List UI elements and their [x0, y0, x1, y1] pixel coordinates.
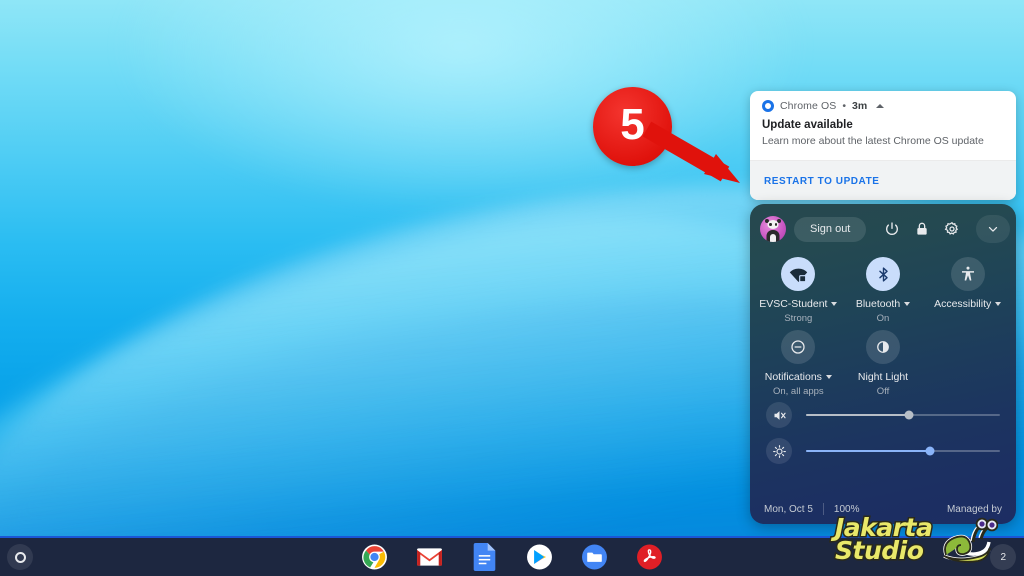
settings-gear-icon[interactable]: [938, 215, 966, 243]
quick-settings-tiles-row-1: EVSC-Student Strong Bluetooth On Accessi…: [750, 243, 1016, 324]
tile-night-light-label: Night Light: [857, 371, 909, 383]
user-avatar[interactable]: [760, 216, 786, 242]
sign-out-label: Sign out: [810, 223, 851, 235]
accessibility-icon: [950, 257, 985, 291]
update-notification-card[interactable]: Chrome OS • 3m Update available Learn mo…: [750, 91, 1016, 200]
tile-wifi[interactable]: EVSC-Student Strong: [756, 257, 841, 324]
tile-notifications-status: On, all apps: [772, 386, 824, 397]
quick-settings-tiles-row-2: Notifications On, all apps Night Light O…: [750, 324, 1016, 397]
lock-icon[interactable]: [908, 215, 936, 243]
tile-bluetooth-status: On: [876, 313, 890, 324]
status-battery[interactable]: 100%: [834, 504, 860, 515]
notification-title: Update available: [762, 119, 853, 131]
quick-settings-icon-row: [878, 215, 1011, 243]
notification-body: Update available Learn more about the la…: [750, 115, 1016, 160]
chevron-down-icon[interactable]: [995, 302, 1002, 306]
annotation-arrow-icon: [642, 121, 740, 183]
shelf-app-list: [361, 543, 664, 571]
chevron-down-icon[interactable]: [831, 302, 838, 306]
status-managed[interactable]: Managed by: [947, 504, 1002, 515]
brightness-slider-knob[interactable]: [925, 446, 935, 456]
quick-settings-header: Sign out: [750, 204, 1016, 243]
google-docs-icon[interactable]: [471, 543, 499, 571]
annotation-step-5: 5: [585, 82, 765, 192]
brightness-icon[interactable]: [766, 438, 792, 464]
launcher-ring: [14, 551, 26, 563]
avatar-detail: [774, 223, 777, 226]
tile-bluetooth-label: Bluetooth: [855, 298, 901, 310]
tile-night-light[interactable]: Night Light Off: [841, 330, 926, 397]
system-tray[interactable]: 2: [990, 544, 1016, 570]
notifications-off-icon: [781, 330, 816, 364]
notification-subtitle: Learn more about the latest Chrome OS up…: [762, 135, 984, 147]
status-date[interactable]: Mon, Oct 5: [764, 504, 813, 515]
tile-notifications-label: Notifications: [764, 371, 822, 383]
chevron-up-icon[interactable]: [876, 104, 885, 108]
tile-wifi-label: EVSC-Student: [759, 298, 828, 310]
chevron-down-icon[interactable]: [825, 375, 832, 379]
quick-settings-panel: Sign out EVSC-Student Strong Bluetooth O…: [750, 204, 1016, 524]
play-store-icon[interactable]: [526, 543, 554, 571]
tile-bluetooth-label-row: Bluetooth: [855, 298, 911, 310]
shelf: 2: [0, 536, 1024, 576]
power-icon[interactable]: [878, 215, 906, 243]
files-icon[interactable]: [581, 543, 609, 571]
tile-night-light-status: Off: [876, 386, 890, 397]
restart-to-update-button[interactable]: RESTART TO UPDATE: [750, 160, 1016, 200]
volume-slider-row[interactable]: [750, 397, 1016, 433]
tile-bluetooth[interactable]: Bluetooth On: [841, 257, 926, 324]
notification-source: Chrome OS: [780, 100, 837, 112]
chevron-down-icon[interactable]: [904, 302, 911, 306]
quick-settings-status-bar: Mon, Oct 5 100% Managed by: [750, 494, 1016, 524]
tile-night-light-label-row: Night Light: [858, 371, 908, 383]
notification-time: 3m: [852, 100, 868, 112]
brightness-slider-row[interactable]: [750, 433, 1016, 469]
chevron-down-icon[interactable]: [976, 215, 1011, 243]
brightness-slider-fill: [806, 450, 931, 452]
chrome-icon[interactable]: [361, 543, 389, 571]
tile-notifications-label-row: Notifications: [765, 371, 832, 383]
volume-slider-fill: [806, 414, 909, 416]
bluetooth-icon: [866, 257, 900, 291]
restart-to-update-label: RESTART TO UPDATE: [764, 176, 880, 187]
night-light-icon: [866, 330, 900, 364]
chromeos-desktop: Chrome OS • 3m Update available Learn mo…: [0, 0, 1024, 576]
tile-accessibility[interactable]: Accessibility: [925, 257, 1010, 324]
volume-muted-icon[interactable]: [766, 402, 792, 428]
notification-header: Chrome OS • 3m: [750, 91, 1016, 115]
adobe-acrobat-icon[interactable]: [636, 543, 664, 571]
tile-notifications[interactable]: Notifications On, all apps: [756, 330, 841, 397]
launcher-icon[interactable]: [7, 544, 33, 570]
avatar-detail: [769, 223, 772, 226]
tile-wifi-status: Strong: [784, 313, 813, 324]
brightness-slider-track[interactable]: [806, 446, 1000, 456]
tray-badge: 2: [1000, 551, 1006, 563]
notification-separator: •: [842, 100, 847, 112]
status-divider: [822, 503, 824, 515]
status-managed-label: Managed by: [946, 503, 1002, 515]
tile-accessibility-label: Accessibility: [934, 298, 992, 310]
volume-slider-knob[interactable]: [904, 410, 914, 420]
sign-out-button[interactable]: Sign out: [794, 216, 867, 242]
avatar-detail: [770, 234, 776, 242]
gmail-icon[interactable]: [416, 543, 444, 571]
wifi-icon: [781, 257, 816, 291]
tile-wifi-label-row: EVSC-Student: [759, 298, 838, 310]
tile-accessibility-label-row: Accessibility: [934, 298, 1002, 310]
volume-slider-track[interactable]: [806, 410, 1000, 420]
